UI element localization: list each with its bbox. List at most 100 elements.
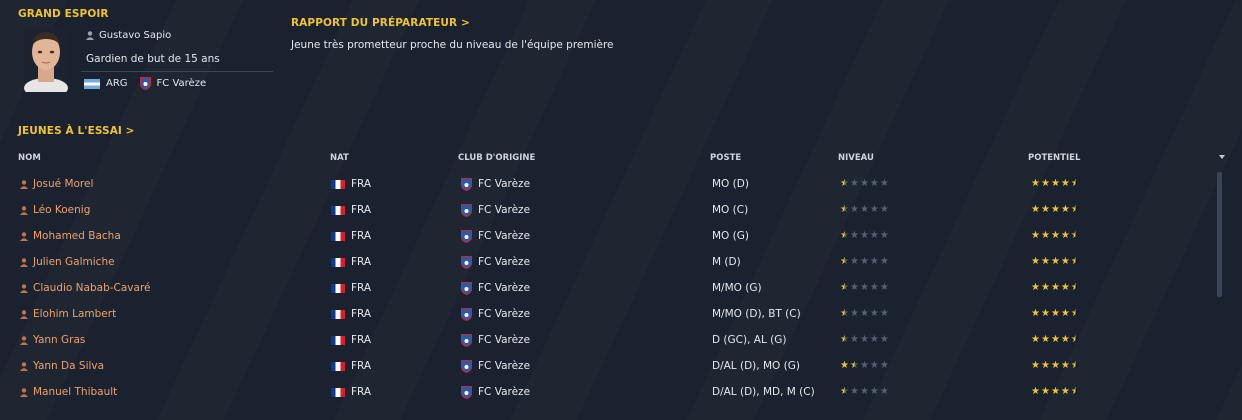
origin-club-cell: FC Varèze xyxy=(461,249,530,275)
nationality: FRA xyxy=(351,308,372,320)
star-icon: ★ xyxy=(859,204,869,215)
position: D (GC), AL (G) xyxy=(712,334,787,346)
table-row[interactable]: Josué Morel FRA FC Varèze MO (D) ★ ★ ★ ★ ★ ★ ★ ★ ★ ★ xyxy=(0,171,1210,197)
nationality-cell: FRA xyxy=(331,223,371,249)
player-name-cell[interactable]: Manuel Thibault xyxy=(20,379,117,405)
player-name-cell[interactable]: Josué Morel xyxy=(20,171,93,197)
star-icon: ★ xyxy=(1060,360,1070,371)
star-icon: ★ xyxy=(1040,308,1050,319)
player-name[interactable]: Elohim Lambert xyxy=(33,301,116,327)
player-name[interactable]: Josué Morel xyxy=(33,171,93,197)
star-icon: ★ xyxy=(859,282,869,293)
star-icon: ★ xyxy=(849,360,859,371)
column-header-position[interactable]: POSTE xyxy=(710,153,741,163)
nationality: FRA xyxy=(351,178,372,190)
player-name[interactable]: Léo Koenig xyxy=(33,197,90,223)
hot-prospect-name[interactable]: Gustavo Sapio xyxy=(86,30,171,41)
star-icon: ★ xyxy=(869,204,879,215)
player-name-cell[interactable]: Claudio Nabab-Cavaré xyxy=(20,275,150,301)
sort-arrow-icon[interactable] xyxy=(1219,155,1225,159)
table-row[interactable]: Mohamed Bacha FRA FC Varèze MO (G) ★ ★ ★ ★ ★ ★ ★ ★ ★… xyxy=(0,223,1210,249)
column-header-level[interactable]: NIVEAU xyxy=(838,153,874,163)
level-stars: ★ ★ ★ ★ ★ xyxy=(840,301,889,327)
player-name[interactable]: Claudio Nabab-Cavaré xyxy=(33,275,150,301)
table-row[interactable]: Julien Galmiche FRA FC Varèze M (D) ★ ★ ★ ★ ★ ★ ★ ★… xyxy=(0,249,1210,275)
nationality-cell: FRA xyxy=(331,171,371,197)
table-row[interactable]: Manuel Thibault FRA FC Varèze D/AL (D), MD,… xyxy=(0,379,1210,405)
potential-stars: ★ ★ ★ ★ ★ xyxy=(1031,301,1080,327)
star-icon: ★ xyxy=(1040,334,1050,345)
table-row[interactable]: Yann Gras FRA FC Varèze D (GC), AL (G) ★ ★ ★ ★ ★… xyxy=(0,327,1210,353)
star-icon: ★ xyxy=(1031,334,1040,345)
player-name-cell[interactable]: Mohamed Bacha xyxy=(20,223,121,249)
origin-club[interactable]: FC Varèze xyxy=(478,223,530,249)
person-icon xyxy=(20,361,28,371)
origin-club-cell: FC Varèze xyxy=(461,275,530,301)
star-icon: ★ xyxy=(1050,308,1060,319)
potential-stars: ★ ★ ★ ★ ★ xyxy=(1031,327,1080,353)
star-icon: ★ xyxy=(1031,178,1040,189)
france-flag-icon xyxy=(331,361,345,371)
hot-prospect-description: Gardien de but de 15 ans xyxy=(86,53,220,65)
player-name[interactable]: Manuel Thibault xyxy=(33,379,117,405)
player-name-cell[interactable]: Elohim Lambert xyxy=(20,301,116,327)
star-icon: ★ xyxy=(1031,308,1040,319)
star-icon: ★ xyxy=(1070,386,1080,397)
trials-title[interactable]: JEUNES À L'ESSAI > xyxy=(18,125,135,137)
coach-report-title[interactable]: RAPPORT DU PRÉPARATEUR > xyxy=(291,17,470,29)
hot-prospect-card[interactable]: Gustavo Sapio Gardien de but de 15 ans A… xyxy=(18,24,276,96)
france-flag-icon xyxy=(331,283,345,293)
origin-club[interactable]: FC Varèze xyxy=(478,301,530,327)
column-header-club[interactable]: CLUB D'ORIGINE xyxy=(458,153,535,163)
column-header-potential[interactable]: POTENTIEL xyxy=(1028,153,1080,163)
origin-club[interactable]: FC Varèze xyxy=(478,353,530,379)
star-icon: ★ xyxy=(869,256,879,267)
column-header-nat[interactable]: NAT xyxy=(330,153,349,163)
table-row[interactable]: Yann Da Silva FRA FC Varèze D/AL (D), MO (G… xyxy=(0,353,1210,379)
club-crest-icon xyxy=(461,281,472,295)
hot-prospect-divider xyxy=(81,71,273,72)
player-name-cell[interactable]: Yann Da Silva xyxy=(20,353,104,379)
person-icon xyxy=(20,283,28,293)
star-icon: ★ xyxy=(1050,386,1060,397)
player-name-cell[interactable]: Léo Koenig xyxy=(20,197,90,223)
column-header-name[interactable]: NOM xyxy=(18,153,41,163)
france-flag-icon xyxy=(331,257,345,267)
table-header: NOM NAT CLUB D'ORIGINE POSTE NIVEAU POTE… xyxy=(0,153,1242,165)
player-name-cell[interactable]: Yann Gras xyxy=(20,327,85,353)
potential-stars: ★ ★ ★ ★ ★ xyxy=(1031,353,1080,379)
table-row[interactable]: Elohim Lambert FRA FC Varèze M/MO (D), BT (… xyxy=(0,301,1210,327)
origin-club[interactable]: FC Varèze xyxy=(478,171,530,197)
person-icon xyxy=(20,387,28,397)
hot-prospect-club[interactable]: FC Varèze xyxy=(157,78,207,89)
table-row[interactable]: Claudio Nabab-Cavaré FRA FC Varèze M/MO (G)… xyxy=(0,275,1210,301)
position: M/MO (D), BT (C) xyxy=(712,308,801,320)
position-cell: MO (C) xyxy=(712,197,748,223)
player-name[interactable]: Yann Gras xyxy=(33,327,85,353)
player-name[interactable]: Yann Da Silva xyxy=(33,353,104,379)
star-icon: ★ xyxy=(1040,282,1050,293)
france-flag-icon xyxy=(331,309,345,319)
origin-club[interactable]: FC Varèze xyxy=(478,327,530,353)
star-icon: ★ xyxy=(1050,204,1060,215)
club-crest-icon xyxy=(461,255,472,269)
table-row[interactable]: Léo Koenig FRA FC Varèze MO (C) ★ ★ ★ ★ ★ ★ ★ ★ ★ ★ xyxy=(0,197,1210,223)
position-cell: D (GC), AL (G) xyxy=(712,327,786,353)
star-icon: ★ xyxy=(869,334,879,345)
star-icon: ★ xyxy=(840,256,849,267)
star-icon: ★ xyxy=(840,308,849,319)
origin-club[interactable]: FC Varèze xyxy=(478,379,530,405)
origin-club[interactable]: FC Varèze xyxy=(478,249,530,275)
player-name[interactable]: Julien Galmiche xyxy=(33,249,115,275)
origin-club[interactable]: FC Varèze xyxy=(478,197,530,223)
origin-club-cell: FC Varèze xyxy=(461,301,530,327)
origin-club[interactable]: FC Varèze xyxy=(478,275,530,301)
position-cell: M/MO (G) xyxy=(712,275,762,301)
nationality: FRA xyxy=(351,386,372,398)
scrollbar[interactable] xyxy=(1217,172,1222,297)
star-icon: ★ xyxy=(1070,230,1080,241)
player-name[interactable]: Mohamed Bacha xyxy=(33,223,121,249)
star-icon: ★ xyxy=(840,178,849,189)
player-name-cell[interactable]: Julien Galmiche xyxy=(20,249,115,275)
nationality: FRA xyxy=(351,282,372,294)
